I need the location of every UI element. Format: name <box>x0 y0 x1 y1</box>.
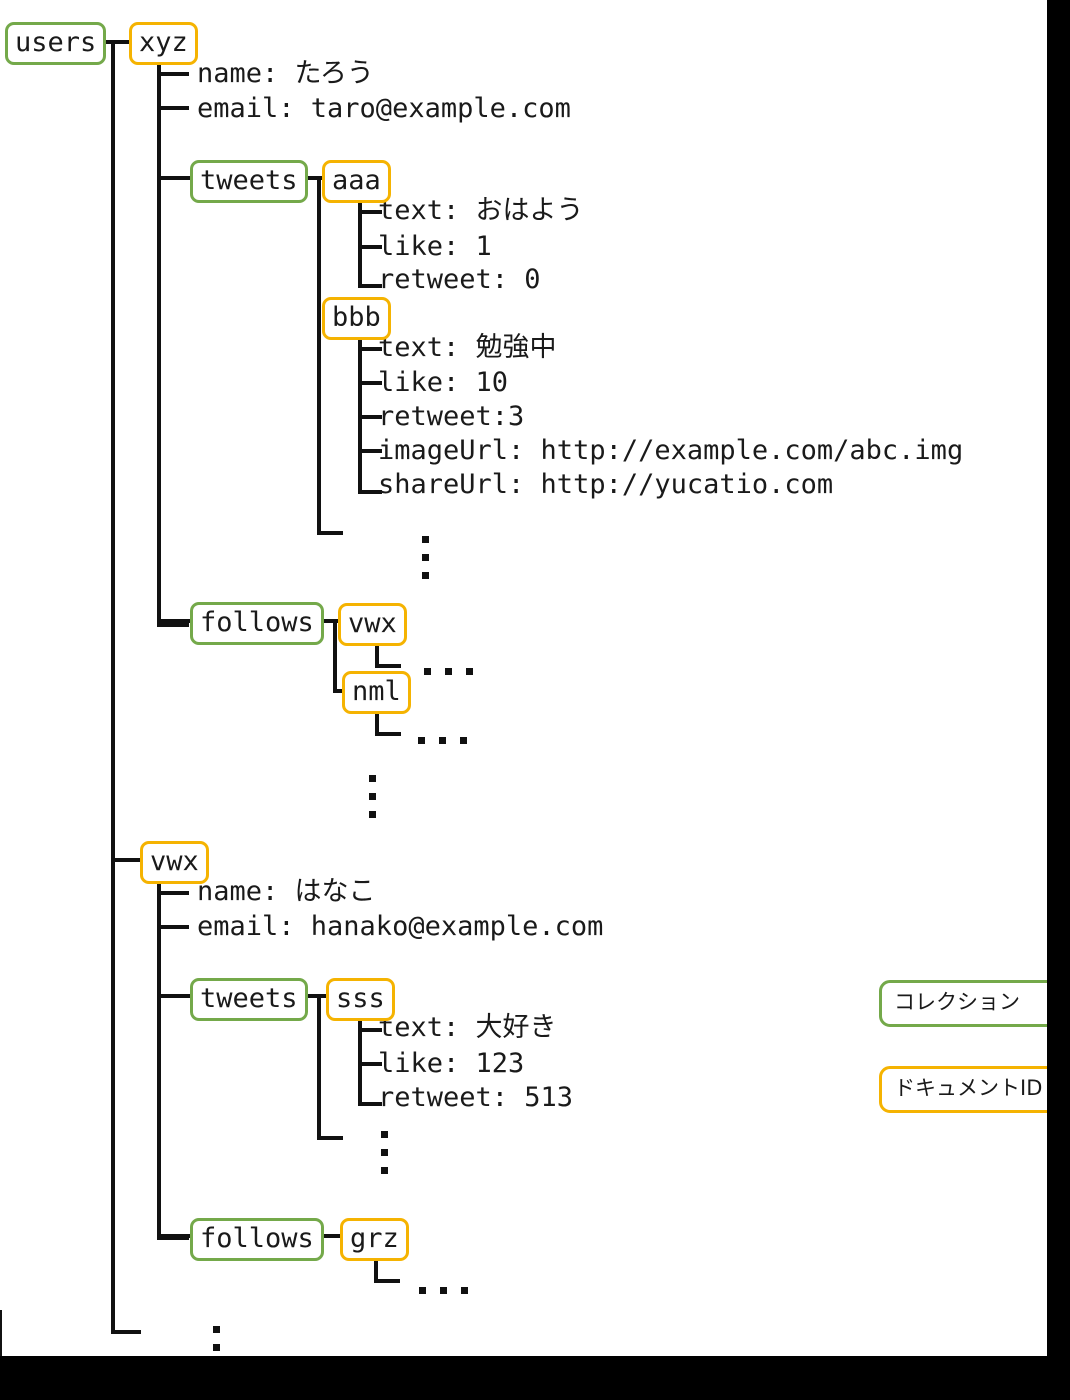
branch-xyz-email <box>157 106 189 110</box>
node-collection-tweets-vwx[interactable]: tweets <box>190 978 308 1021</box>
node-label: grz <box>350 1223 399 1254</box>
ellipsis-tweets-vwx-more <box>381 1131 388 1185</box>
field-bbb-imageurl: imageUrl: http://example.com/abc.img <box>378 435 964 466</box>
edge-stub-line <box>0 1310 2 1356</box>
node-doc-vwx[interactable]: vwx <box>140 841 209 884</box>
field-aaa-text: text: おはよう <box>378 195 584 226</box>
field-bbb-like: like: 10 <box>378 367 509 398</box>
field-bbb-retweet: retweet:3 <box>378 401 525 432</box>
node-doc-bbb[interactable]: bbb <box>322 297 391 340</box>
node-doc-follow-vwx[interactable]: vwx <box>338 603 407 646</box>
field-xyz-name: name: たろう <box>197 58 374 89</box>
legend-collection-label: コレクション <box>894 990 1020 1014</box>
ellipsis-users-more <box>213 1326 220 1356</box>
trunk-users <box>111 40 141 1334</box>
node-label: vwx <box>150 846 199 877</box>
trunk-tweets-xyz <box>317 176 343 535</box>
node-label: bbb <box>332 302 381 333</box>
field-sss-text: text: 大好き <box>378 1012 557 1043</box>
branch-vwx-tweets <box>157 994 192 998</box>
legend-document-id: ドキュメントID <box>879 1066 1047 1113</box>
node-label: tweets <box>200 165 298 196</box>
branch-xyz-name <box>157 72 189 76</box>
branch-vwx-name <box>157 891 189 895</box>
node-collection-follows-xyz[interactable]: follows <box>190 602 324 645</box>
node-collection-tweets-xyz[interactable]: tweets <box>190 160 308 203</box>
legend-collection: コレクション <box>879 980 1047 1027</box>
branch-vwx-follows <box>157 1234 192 1238</box>
field-sss-like: like: 123 <box>378 1048 525 1079</box>
field-vwx-name: name: はなこ <box>197 876 376 907</box>
node-label: sss <box>336 983 385 1014</box>
node-label: nml <box>352 676 401 707</box>
diagram-canvas: users xyz name: たろう email: taro@example.… <box>0 0 1047 1356</box>
node-label: xyz <box>139 27 188 58</box>
field-bbb-text: text: 勉強中 <box>378 332 557 363</box>
legend-document-id-label: ドキュメントID <box>894 1076 1043 1100</box>
node-doc-xyz[interactable]: xyz <box>129 22 198 65</box>
node-label: vwx <box>348 608 397 639</box>
node-label: users <box>15 27 97 58</box>
branch-xyz-tweets <box>157 176 192 180</box>
node-doc-grz[interactable]: grz <box>340 1218 409 1261</box>
trunk-xyz <box>157 56 189 627</box>
ellipsis-tweets-xyz-more <box>422 536 429 590</box>
field-sss-retweet: retweet: 513 <box>378 1082 574 1113</box>
node-label: aaa <box>332 165 381 196</box>
branch-xyz-follows <box>157 619 192 623</box>
ellipsis-grz-fields <box>419 1287 482 1294</box>
ellipsis-follow-vwx-fields <box>424 668 487 675</box>
node-collection-follows-vwx[interactable]: follows <box>190 1218 324 1261</box>
node-collection-users[interactable]: users <box>5 22 107 65</box>
field-bbb-shareurl: shareUrl: http://yucatio.com <box>378 469 834 500</box>
field-xyz-email: email: taro@example.com <box>197 93 571 124</box>
node-label: follows <box>200 1223 314 1254</box>
node-doc-aaa[interactable]: aaa <box>322 160 391 203</box>
ellipsis-follows-xyz-more <box>369 775 376 829</box>
node-doc-sss[interactable]: sss <box>326 978 395 1021</box>
ellipsis-nml-fields <box>418 737 481 744</box>
field-vwx-email: email: hanako@example.com <box>197 911 604 942</box>
node-label: follows <box>200 607 314 638</box>
branch-vwx-email <box>157 925 189 929</box>
field-aaa-retweet: retweet: 0 <box>378 264 541 295</box>
trunk-vwx <box>157 875 189 1240</box>
node-doc-nml[interactable]: nml <box>342 671 411 714</box>
field-aaa-like: like: 1 <box>378 231 492 262</box>
node-label: tweets <box>200 983 298 1014</box>
branch-users-to-vwx <box>111 858 143 862</box>
